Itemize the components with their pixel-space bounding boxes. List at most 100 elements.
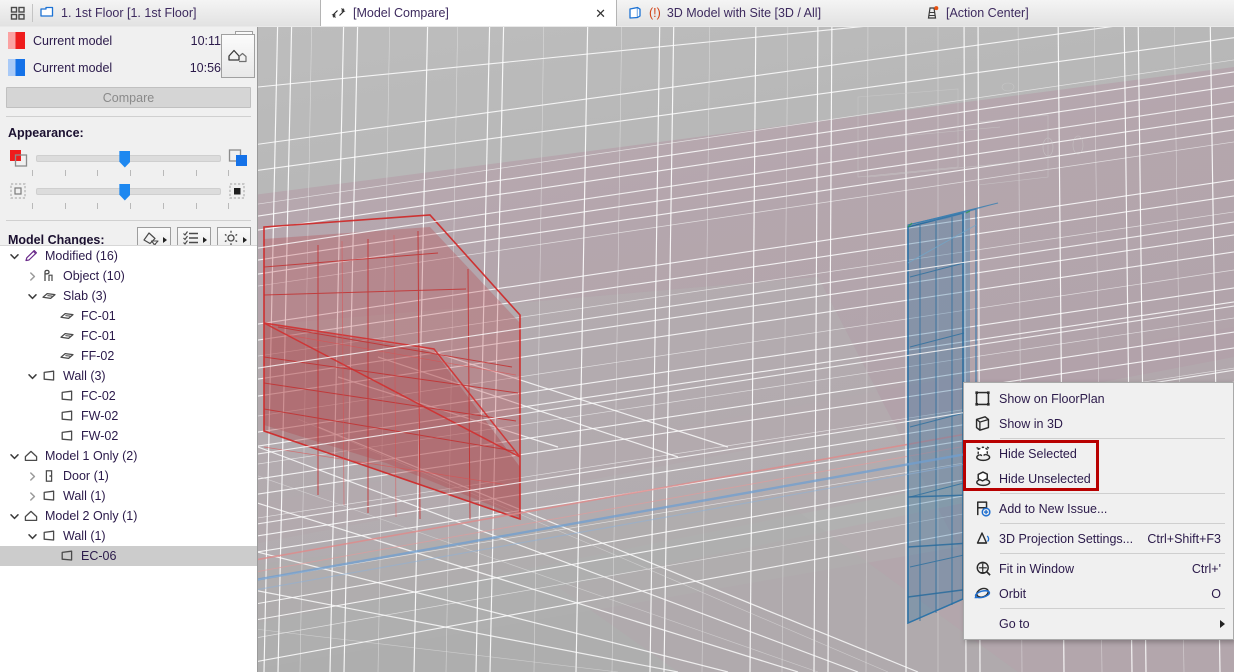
tab-action-center[interactable]: [Action Center] bbox=[914, 0, 1234, 26]
chevron-right-icon bbox=[243, 236, 247, 243]
close-icon[interactable]: ✕ bbox=[569, 7, 606, 20]
color-blend-slider-track[interactable] bbox=[36, 150, 221, 168]
tab-model-compare[interactable]: [Model Compare] ✕ bbox=[320, 0, 617, 26]
color-blend-slider-thumb[interactable] bbox=[119, 150, 131, 168]
menu-item[interactable]: Hide Selected bbox=[964, 441, 1233, 466]
wall-icon bbox=[40, 368, 58, 384]
menu-item[interactable]: Hide Unselected bbox=[964, 466, 1233, 491]
menu-separator bbox=[1000, 608, 1225, 609]
menu-item[interactable]: Show in 3D bbox=[964, 411, 1233, 436]
tree-item-label: FC-01 bbox=[81, 309, 116, 323]
grid-view-icon[interactable] bbox=[10, 5, 26, 21]
chevron-down-icon[interactable] bbox=[6, 248, 22, 264]
tree-item[interactable]: Model 2 Only (1) bbox=[0, 506, 257, 526]
context-menu[interactable]: Show on FloorPlan Show in 3D Hide Selected… bbox=[963, 382, 1234, 640]
transparency-slider-track[interactable] bbox=[36, 183, 221, 201]
compare-button[interactable]: Compare bbox=[6, 87, 251, 108]
menu-item-label: Hide Selected bbox=[999, 446, 1077, 461]
menu-item[interactable]: Add to New Issue... bbox=[964, 496, 1233, 521]
menu-item[interactable]: Go to bbox=[964, 611, 1233, 636]
red-square-overlap-icon bbox=[8, 148, 30, 168]
wall-icon bbox=[58, 548, 76, 564]
tab-floor-plan[interactable]: 1. 1st Floor [1. 1st Floor] bbox=[0, 0, 320, 26]
floorplan-square-icon bbox=[971, 389, 993, 409]
model-2-row[interactable]: Current model 10:56 bbox=[0, 54, 257, 81]
submenu-arrow-icon bbox=[1220, 619, 1225, 628]
model-compare-panel: Current model 10:11 Current model 10:56 … bbox=[0, 27, 258, 672]
chevron-down-icon[interactable] bbox=[6, 508, 22, 524]
tree-item-label: Wall (1) bbox=[63, 529, 106, 543]
tree-item-label: FC-01 bbox=[81, 329, 116, 343]
chevron-down-icon[interactable] bbox=[24, 288, 40, 304]
warning-indicator: (!) bbox=[649, 6, 661, 20]
tree-item-label: FF-02 bbox=[81, 349, 115, 363]
chevron-down-icon[interactable] bbox=[24, 368, 40, 384]
tree-item[interactable]: Wall (1) bbox=[0, 526, 257, 546]
tree-item[interactable]: FC-02 bbox=[0, 386, 257, 406]
menu-item-label: Hide Unselected bbox=[999, 471, 1091, 486]
pencil-icon bbox=[22, 248, 40, 264]
cube-icon bbox=[627, 5, 643, 21]
tab-label: 1. 1st Floor [1. 1st Floor] bbox=[61, 6, 197, 20]
wall-icon bbox=[58, 408, 76, 424]
chevron-right-icon[interactable] bbox=[24, 468, 40, 484]
chevron-right-icon[interactable] bbox=[24, 268, 40, 284]
menu-item[interactable]: Show on FloorPlan bbox=[964, 386, 1233, 411]
model-changes-tree[interactable]: Modified (16) Object (10) Slab (3) FC-01 FC-… bbox=[0, 245, 257, 672]
swap-models-button[interactable] bbox=[221, 34, 255, 78]
tree-item[interactable]: Modified (16) bbox=[0, 246, 257, 266]
house-icon bbox=[22, 448, 40, 464]
orbit-icon bbox=[971, 584, 993, 604]
menu-item[interactable]: Fit in Window Ctrl+' bbox=[964, 556, 1233, 581]
chevron-down-icon[interactable] bbox=[6, 448, 22, 464]
tree-item[interactable]: Door (1) bbox=[0, 466, 257, 486]
hide-selected-icon bbox=[971, 444, 993, 464]
color-blend-slider-row bbox=[0, 146, 257, 170]
wall-icon bbox=[40, 488, 58, 504]
chevron-right-icon[interactable] bbox=[24, 488, 40, 504]
menu-item[interactable]: Orbit O bbox=[964, 581, 1233, 606]
tree-item[interactable]: Model 1 Only (2) bbox=[0, 446, 257, 466]
tree-item-label: Modified (16) bbox=[45, 249, 118, 263]
add-issue-icon bbox=[971, 499, 993, 519]
fit-window-icon bbox=[971, 559, 993, 579]
model-2-color-swatch[interactable] bbox=[8, 59, 25, 76]
color-blend-slider-ticks bbox=[32, 170, 230, 177]
tree-item-label: EC-06 bbox=[81, 549, 117, 563]
tab-3d-model[interactable]: (!) 3D Model with Site [3D / All] bbox=[617, 0, 914, 26]
menu-separator bbox=[1000, 553, 1225, 554]
chevron-right-icon bbox=[163, 236, 167, 243]
model-1-time: 10:11 bbox=[190, 33, 221, 48]
tree-item[interactable]: Wall (3) bbox=[0, 366, 257, 386]
tree-item[interactable]: FF-02 bbox=[0, 346, 257, 366]
filled-square-icon bbox=[227, 181, 249, 201]
tree-item[interactable]: Slab (3) bbox=[0, 286, 257, 306]
tree-item[interactable]: FW-02 bbox=[0, 426, 257, 446]
transparency-slider-thumb[interactable] bbox=[119, 183, 131, 201]
menu-separator bbox=[1000, 438, 1225, 439]
menu-item-label: Go to bbox=[999, 616, 1030, 631]
tree-item-label: Model 2 Only (1) bbox=[45, 509, 138, 523]
tab-label: 3D Model with Site [3D / All] bbox=[666, 6, 822, 20]
tree-item[interactable]: FC-01 bbox=[0, 326, 257, 346]
tree-item[interactable]: Object (10) bbox=[0, 266, 257, 286]
model-1-color-swatch[interactable] bbox=[8, 32, 25, 49]
tree-item[interactable]: FC-01 bbox=[0, 306, 257, 326]
menu-item-label: 3D Projection Settings... bbox=[999, 531, 1134, 546]
menu-item-label: Show in 3D bbox=[999, 416, 1063, 431]
model-1-row[interactable]: Current model 10:11 bbox=[0, 27, 257, 54]
menu-item[interactable]: 3D Projection Settings... Ctrl+Shift+F3 bbox=[964, 526, 1233, 551]
menu-item-label: Show on FloorPlan bbox=[999, 391, 1105, 406]
tree-item[interactable]: FW-02 bbox=[0, 406, 257, 426]
door-icon bbox=[40, 468, 58, 484]
chevron-down-icon[interactable] bbox=[24, 528, 40, 544]
menu-item-label: Orbit bbox=[999, 586, 1027, 601]
tree-item[interactable]: Wall (1) bbox=[0, 486, 257, 506]
tree-item[interactable]: EC-06 bbox=[0, 546, 257, 566]
slab-icon bbox=[58, 348, 76, 364]
model-2-time: 10:56 bbox=[189, 60, 221, 75]
menu-item-shortcut: O bbox=[1211, 586, 1221, 601]
